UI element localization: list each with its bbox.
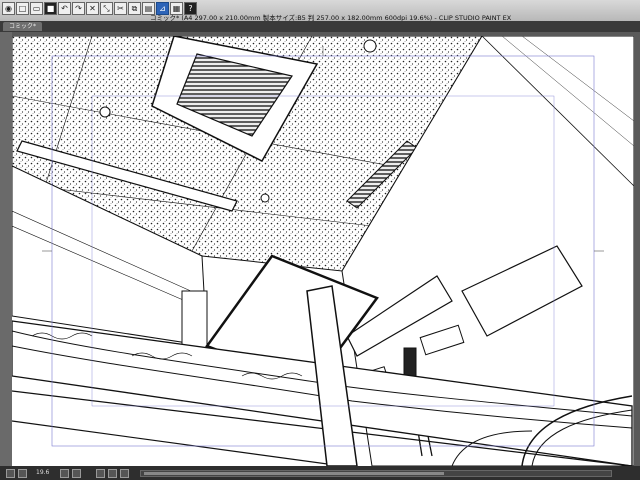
canvas[interactable] — [12, 36, 634, 466]
save-icon[interactable]: ■ — [44, 2, 57, 15]
cut-icon[interactable]: ✂ — [114, 2, 127, 15]
fit-icon[interactable] — [96, 469, 105, 478]
flip-icon[interactable] — [108, 469, 117, 478]
copy-icon[interactable]: ⧉ — [128, 2, 141, 15]
transform-icon[interactable]: ⤡ — [100, 2, 113, 15]
app-menu-icon[interactable]: ◉ — [2, 2, 15, 15]
zoom-level[interactable]: 19.6 — [36, 469, 49, 476]
tab-comic[interactable]: コミック* — [3, 22, 43, 31]
reset-icon[interactable] — [120, 469, 129, 478]
new-icon[interactable]: □ — [16, 2, 29, 15]
illustration — [12, 36, 634, 466]
navigator-icon[interactable] — [6, 469, 15, 478]
undo-icon[interactable]: ↶ — [58, 2, 71, 15]
zoom-in-icon[interactable] — [72, 469, 81, 478]
left-panel-edge — [0, 32, 12, 466]
horizontal-scrollbar[interactable] — [140, 470, 612, 477]
redo-icon[interactable]: ↷ — [72, 2, 85, 15]
open-icon[interactable]: ▭ — [30, 2, 43, 15]
tab-bar: コミック* — [0, 21, 640, 32]
title-bar: ◉ □ ▭ ■ ↶ ↷ ✕ ⤡ ✂ ⧉ ▤ ⊿ ▦ ? コミック* (A4 29… — [0, 0, 640, 22]
clear-icon[interactable]: ✕ — [86, 2, 99, 15]
scrollbar-thumb[interactable] — [144, 472, 444, 475]
zoom-out-icon[interactable] — [60, 469, 69, 478]
rotate-icon[interactable] — [18, 469, 27, 478]
status-bar: 19.6 — [0, 466, 640, 480]
